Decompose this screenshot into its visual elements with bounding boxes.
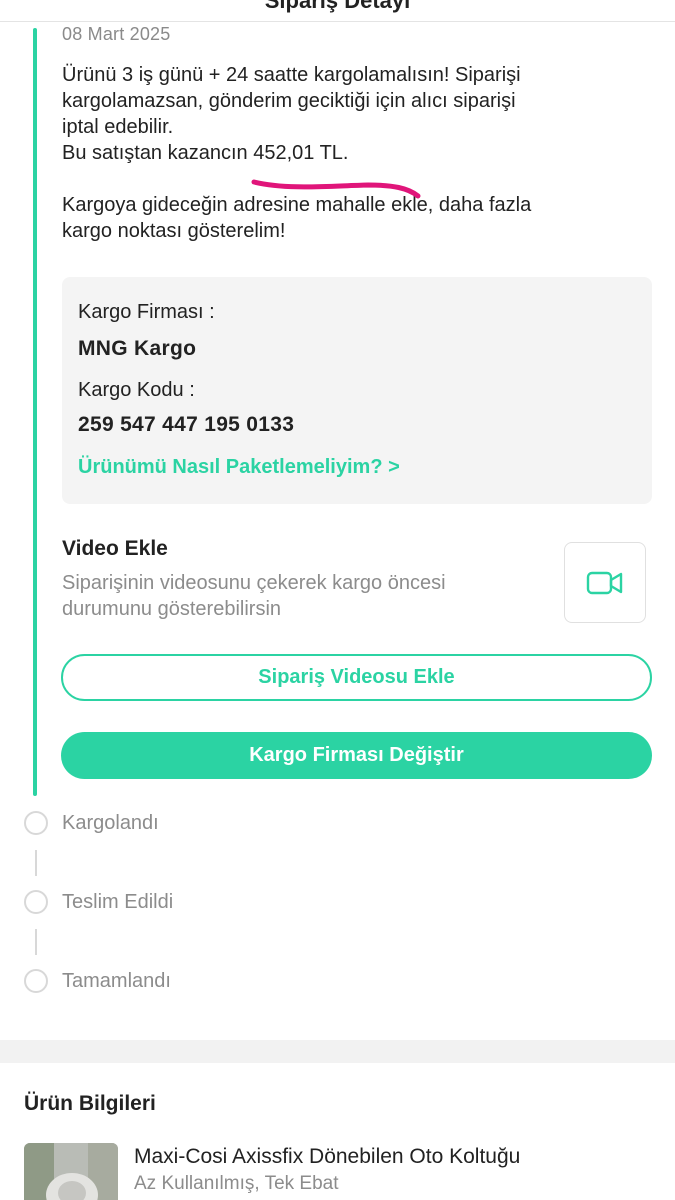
shipping-instructions: Ürünü 3 iş günü + 24 saatte kargolamalıs…	[62, 62, 632, 244]
video-section-description: Siparişinin videosunu çekerek kargo önce…	[62, 570, 542, 622]
add-order-video-button[interactable]: Sipariş Videosu Ekle	[61, 654, 652, 701]
section-separator	[0, 1040, 675, 1063]
cargo-info-card: Kargo Firması : MNG Kargo Kargo Kodu : 2…	[62, 277, 652, 504]
step-connector	[35, 850, 37, 876]
cargo-company-label: Kargo Firması :	[78, 301, 215, 323]
cargo-company-value: MNG Kargo	[78, 337, 197, 360]
product-info-title: Ürün Bilgileri	[24, 1092, 156, 1115]
step-shipped-indicator	[24, 811, 48, 835]
step-completed-label: Tamamlandı	[62, 970, 171, 992]
earnings-line: Bu satıştan kazancın 452,01 TL.	[62, 142, 349, 164]
instruction-line: Ürünü 3 iş günü + 24 saatte kargolamalıs…	[62, 64, 521, 86]
timeline-active-line	[33, 28, 37, 796]
video-desc-line: durumunu gösterebilirsin	[62, 598, 282, 620]
step-completed-indicator	[24, 969, 48, 993]
video-camera-button[interactable]	[564, 542, 646, 623]
page-title: Sipariş Detayı	[264, 0, 411, 13]
pink-underline-annotation	[251, 179, 421, 199]
address-tip-line: kargo noktası gösterelim!	[62, 220, 286, 242]
video-desc-line: Siparişinin videosunu çekerek kargo önce…	[62, 572, 446, 594]
cargo-code-label: Kargo Kodu :	[78, 379, 195, 401]
step-shipped-label: Kargolandı	[62, 812, 159, 834]
cargo-code-value: 259 547 447 195 0133	[78, 413, 295, 436]
product-name[interactable]: Maxi-Cosi Axissfix Dönebilen Oto Koltuğu	[134, 1145, 654, 1169]
instruction-line: kargolamazsan, gönderim geciktiği için a…	[62, 90, 516, 112]
step-connector	[35, 929, 37, 955]
packaging-guide-link[interactable]: Ürünümü Nasıl Paketlemeliyim? >	[78, 456, 400, 479]
product-image[interactable]	[24, 1143, 118, 1200]
change-cargo-company-button[interactable]: Kargo Firması Değiştir	[61, 732, 652, 779]
step-delivered-label: Teslim Edildi	[62, 891, 174, 913]
event-date: 08 Mart 2025	[62, 24, 171, 44]
video-camera-icon	[586, 571, 623, 594]
step-delivered-indicator	[24, 890, 48, 914]
video-section-title: Video Ekle	[62, 537, 168, 560]
instruction-line: iptal edebilir.	[62, 116, 174, 138]
top-navigation-bar: Sipariş Detayı	[0, 0, 675, 22]
product-condition: Az Kullanılmış, Tek Ebat	[134, 1173, 339, 1194]
